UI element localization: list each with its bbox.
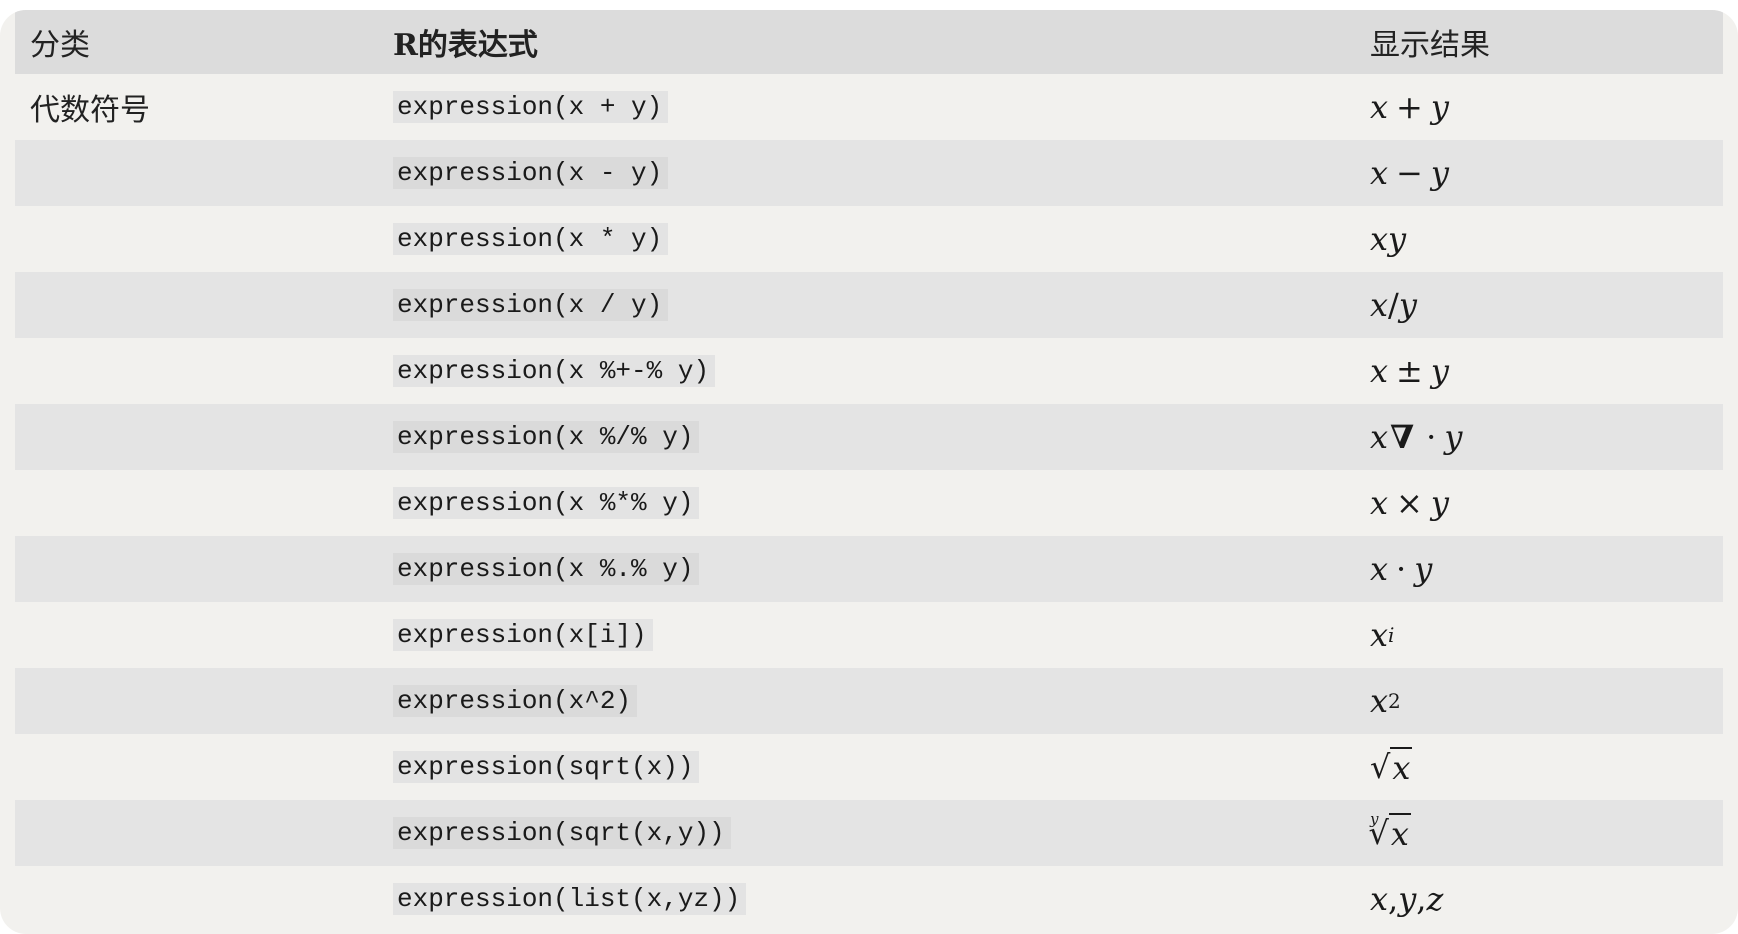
subscript: i [1388, 623, 1395, 647]
rendered-result: xy [1370, 220, 1407, 258]
code-snippet: expression(x + y) [393, 91, 669, 123]
rendered-result: x · y [1370, 550, 1433, 588]
header-category: 分类 [30, 28, 90, 63]
code-cell: expression(x^2) [393, 668, 638, 734]
root-index: y [1370, 810, 1379, 828]
rendered-result: x ∇ · y [1370, 418, 1463, 456]
rendered-result: x,y,z [1370, 880, 1444, 918]
table-row: expression(sqrt(x)) √ x [15, 734, 1723, 800]
rendered-result: x − y [1370, 154, 1449, 192]
table-header-row: 分类 R的表达式 显示结果 [15, 10, 1723, 74]
table-row: expression(x - y) x − y [15, 140, 1723, 206]
code-snippet: expression(x - y) [393, 157, 669, 189]
rendered-result: x × y [1370, 484, 1449, 522]
table-row: expression(x^2) x2 [15, 668, 1723, 734]
code-snippet: expression(x^2) [393, 685, 638, 717]
table-row: expression(x %*% y) x × y [15, 470, 1723, 536]
code-snippet: expression(x %*% y) [393, 487, 700, 519]
table-row: 代数符号 expression(x + y) x + y [15, 74, 1723, 140]
code-cell: expression(sqrt(x,y)) [393, 800, 731, 866]
code-snippet: expression(x %+-% y) [393, 355, 716, 387]
rendered-result: y √ x [1368, 810, 1411, 853]
expression-table: 分类 R的表达式 显示结果 代数符号 expression(x + y) x + y [15, 10, 1723, 932]
rendered-result: x2 [1370, 682, 1401, 720]
rendered-result: √ x [1370, 747, 1413, 787]
header-expression: R的表达式 [393, 28, 538, 63]
rendered-result: x + y [1370, 88, 1449, 126]
radical-symbol: √ [1370, 748, 1391, 786]
table-row: expression(x * y) xy [15, 206, 1723, 272]
code-cell: expression(x - y) [393, 140, 669, 206]
code-snippet: expression(x %.% y) [393, 553, 700, 585]
table-row: expression(x[i]) xi [15, 602, 1723, 668]
code-snippet: expression(list(x,yz)) [393, 883, 747, 915]
code-snippet: expression(x %/% y) [393, 421, 700, 453]
code-cell: expression(sqrt(x)) [393, 734, 700, 800]
expression-table-panel: 分类 R的表达式 显示结果 代数符号 expression(x + y) x + y [0, 10, 1738, 934]
rendered-result: x / y [1370, 286, 1417, 324]
code-cell: expression(x[i]) [393, 602, 653, 668]
table-row: expression(x / y) x / y [15, 272, 1723, 338]
header-result: 显示结果 [1370, 28, 1490, 63]
code-cell: expression(x / y) [393, 272, 669, 338]
category-label: 代数符号 [30, 93, 150, 128]
superscript: 2 [1388, 689, 1401, 713]
rendered-result: xi [1370, 616, 1395, 654]
category-cell: 代数符号 [30, 74, 150, 140]
table-row: expression(list(x,yz)) x,y,z [15, 866, 1723, 932]
code-snippet: expression(sqrt(x)) [393, 751, 700, 783]
code-snippet: expression(x * y) [393, 223, 669, 255]
table-row: expression(x %+-% y) x ± y [15, 338, 1723, 404]
code-cell: expression(x %*% y) [393, 470, 700, 536]
code-cell: expression(x %+-% y) [393, 338, 716, 404]
rendered-result: x ± y [1370, 352, 1449, 390]
code-cell: expression(x %/% y) [393, 404, 700, 470]
nabla-symbol: ∇ [1390, 418, 1415, 456]
code-cell: expression(x * y) [393, 206, 669, 272]
code-snippet: expression(x[i]) [393, 619, 653, 651]
code-snippet: expression(x / y) [393, 289, 669, 321]
code-snippet: expression(sqrt(x,y)) [393, 817, 731, 849]
code-cell: expression(x + y) [393, 74, 669, 140]
table-row: expression(x %/% y) x ∇ · y [15, 404, 1723, 470]
table-row: expression(x %.% y) x · y [15, 536, 1723, 602]
code-cell: expression(list(x,yz)) [393, 866, 747, 932]
code-cell: expression(x %.% y) [393, 536, 700, 602]
table-row: expression(sqrt(x,y)) y √ x [15, 800, 1723, 866]
